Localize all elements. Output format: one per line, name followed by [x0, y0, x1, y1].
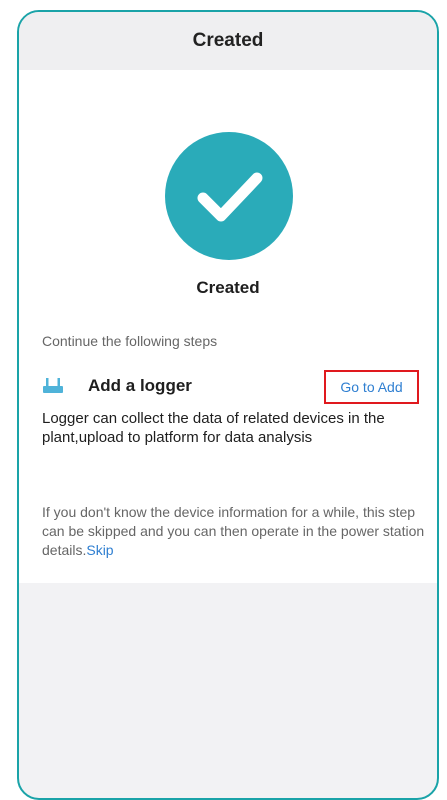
go-to-add-button[interactable]: Go to Add: [324, 370, 419, 404]
status-label: Created: [196, 278, 260, 297]
skip-link[interactable]: Skip: [86, 542, 113, 558]
steps-intro: Continue the following steps: [42, 333, 218, 349]
logger-step-title: Add a logger: [88, 376, 192, 395]
checkmark-icon: [197, 172, 263, 222]
skip-note: If you don't know the device information…: [42, 503, 427, 560]
content-panel: Created Continue the following steps Add…: [19, 70, 437, 583]
page-title: Created: [192, 30, 264, 51]
checkmark-circle-icon: [165, 132, 293, 260]
logger-step-row: Add a logger Go to Add: [42, 370, 422, 404]
app-header: Created: [19, 12, 437, 70]
phone-frame: Created Created Continue the following s…: [17, 10, 439, 800]
logger-description: Logger can collect the data of related d…: [42, 410, 385, 446]
router-icon: [43, 378, 63, 393]
